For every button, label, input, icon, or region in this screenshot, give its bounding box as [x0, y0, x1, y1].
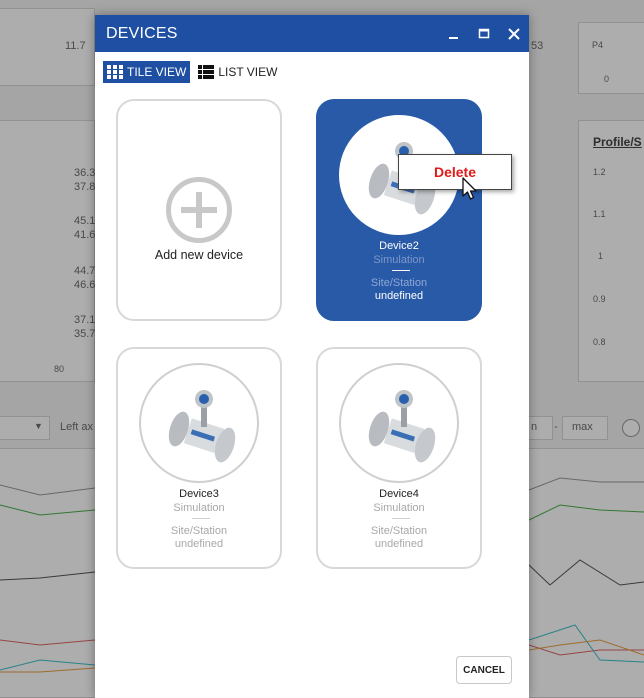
close-icon [508, 27, 520, 40]
site-station-label: Site/Station [370, 525, 428, 537]
device-image [139, 363, 259, 483]
cancel-button[interactable]: CANCEL [456, 656, 512, 684]
site-station-label: Site/Station [370, 277, 428, 289]
list-view-label: LIST VIEW [218, 65, 278, 79]
list-view-button[interactable]: LIST VIEW [194, 61, 281, 83]
minimize-icon [449, 36, 458, 39]
dialog-title: DEVICES [106, 24, 178, 42]
mouse-cursor-icon [462, 177, 477, 200]
site-station-label: Site/Station [170, 525, 228, 537]
site-station-value: undefined [374, 538, 424, 550]
device-name: Device2 [379, 240, 419, 252]
maximize-button[interactable] [469, 15, 499, 52]
list-icon [198, 65, 215, 79]
window-controls [439, 15, 529, 52]
context-menu-delete[interactable]: Delete [398, 154, 512, 190]
device-name: Device3 [179, 488, 219, 500]
device-type: Simulation [373, 254, 425, 266]
device-type: Simulation [373, 502, 425, 514]
divider [392, 518, 410, 519]
divider [392, 270, 410, 271]
add-device-label: Add new device [154, 248, 244, 262]
grid-icon [107, 65, 123, 79]
add-device-tile[interactable]: Add new device [116, 99, 282, 321]
device-tile-device3[interactable]: Device3 Simulation Site/Station undefine… [116, 347, 282, 569]
device-type: Simulation [173, 502, 225, 514]
add-icon [166, 177, 232, 243]
device-name: Device4 [379, 488, 419, 500]
device-tile-device4[interactable]: Device4 Simulation Site/Station undefine… [316, 347, 482, 569]
tile-view-button[interactable]: TILE VIEW [103, 61, 191, 83]
device-image [339, 363, 459, 483]
devices-dialog: DEVICES TILE VIEW LIST VIEW Add new devi… [95, 15, 529, 698]
site-station-value: undefined [174, 538, 224, 550]
tile-view-label: TILE VIEW [127, 65, 187, 79]
divider [192, 518, 210, 519]
device-tile-device2[interactable]: Device2 Simulation Site/Station undefine… [316, 99, 482, 321]
close-button[interactable] [499, 15, 529, 52]
dialog-titlebar[interactable]: DEVICES [95, 15, 529, 52]
view-toggle: TILE VIEW LIST VIEW [103, 61, 281, 83]
minimize-button[interactable] [439, 15, 469, 52]
maximize-icon [478, 28, 490, 38]
site-station-value: undefined [374, 290, 424, 302]
flowmeter-icon [168, 390, 236, 463]
flowmeter-icon [368, 390, 436, 463]
